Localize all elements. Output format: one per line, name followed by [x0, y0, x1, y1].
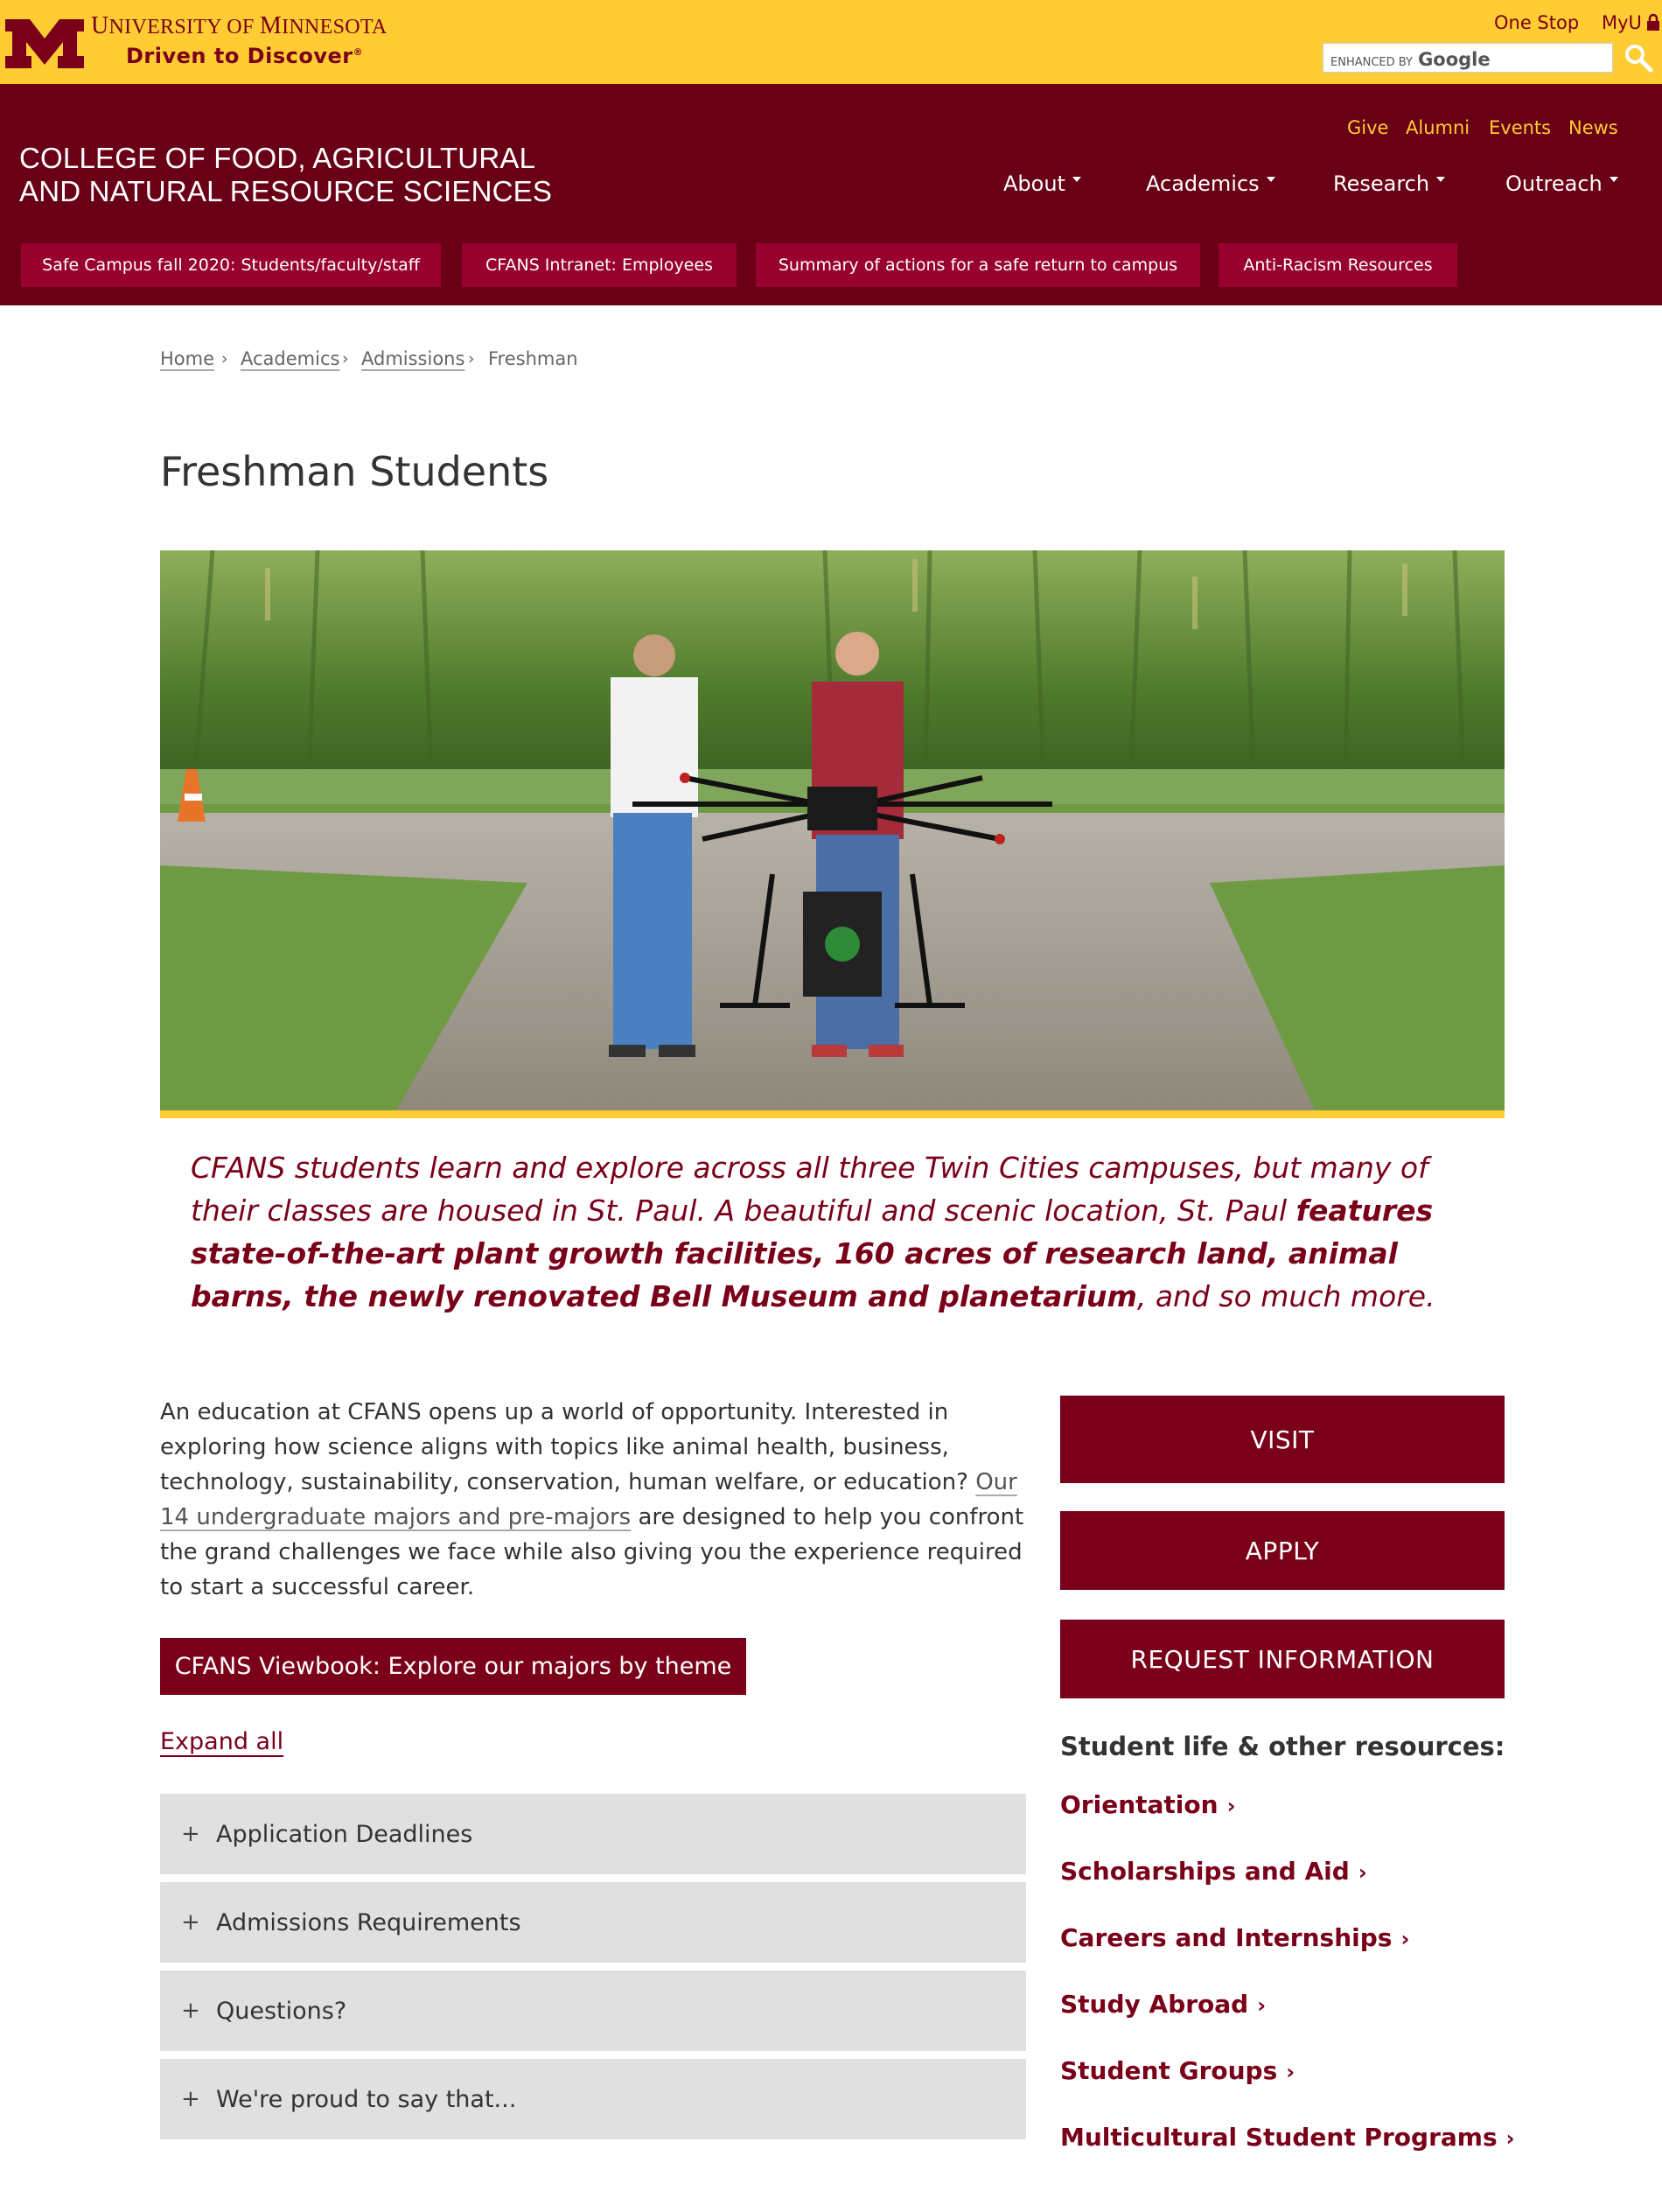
plus-icon: +: [181, 1909, 200, 1936]
chevron-right-icon: ›: [1400, 1927, 1410, 1951]
resource-link-orientation[interactable]: Orientation ›: [1060, 1790, 1235, 1819]
alert-anti-racism-button[interactable]: Anti-Racism Resources: [1219, 243, 1457, 287]
viewbook-button[interactable]: CFANS Viewbook: Explore our majors by th…: [160, 1638, 746, 1695]
give-link[interactable]: Give: [1347, 117, 1388, 138]
breadcrumb-home[interactable]: Home: [160, 348, 214, 369]
chevron-right-icon: ›: [1505, 2126, 1515, 2151]
chevron-right-icon: ›: [1358, 1860, 1367, 1885]
college-wordmark[interactable]: College of Food, Agricultural and Natura…: [19, 142, 552, 208]
breadcrumb-academics[interactable]: Academics: [241, 348, 339, 369]
nav-academics[interactable]: Academics: [1146, 172, 1275, 196]
plus-icon: +: [181, 2086, 200, 2112]
breadcrumb-chevron-icon: ›: [342, 349, 349, 368]
resource-link-careers[interactable]: Careers and Internships ›: [1060, 1923, 1409, 1952]
search-brand: Google: [1418, 49, 1491, 70]
chevron-right-icon: ›: [1226, 1794, 1236, 1818]
alert-intranet-button[interactable]: CFANS Intranet: Employees: [462, 243, 737, 287]
search-icon[interactable]: [1623, 42, 1654, 74]
chevron-right-icon: ›: [1257, 1993, 1267, 2018]
search-enhanced-label: ENHANCED BY: [1330, 56, 1413, 69]
resource-link-multicultural[interactable]: Multicultural Student Programs ›: [1060, 2123, 1515, 2152]
accordion-admissions-requirements[interactable]: + Admissions Requirements: [160, 1882, 1026, 1963]
alert-safe-return-button[interactable]: Summary of actions for a safe return to …: [756, 243, 1200, 287]
apply-button[interactable]: APPLY: [1060, 1511, 1505, 1590]
breadcrumb-admissions[interactable]: Admissions: [361, 348, 464, 369]
myu-link[interactable]: MyU: [1602, 12, 1642, 33]
request-information-button[interactable]: REQUEST INFORMATION: [1060, 1620, 1505, 1698]
resource-link-student-groups[interactable]: Student Groups ›: [1060, 2056, 1295, 2085]
alumni-link[interactable]: Alumni: [1406, 117, 1470, 138]
resources-heading: Student life & other resources:: [1060, 1732, 1505, 1761]
expand-all-link[interactable]: Expand all: [160, 1728, 283, 1755]
chevron-right-icon: ›: [1286, 2060, 1295, 2084]
nav-about[interactable]: About: [1003, 172, 1081, 196]
plus-icon: +: [181, 1821, 200, 1847]
breadcrumb-chevron-icon: ›: [468, 349, 475, 368]
block-m-logo[interactable]: [5, 19, 84, 68]
lock-icon: [1647, 13, 1659, 31]
nav-outreach[interactable]: Outreach: [1505, 172, 1618, 196]
nav-research[interactable]: Research: [1333, 172, 1445, 196]
accordion-questions[interactable]: + Questions?: [160, 1970, 1026, 2051]
plus-icon: +: [181, 1998, 200, 2024]
hero-accent-bar: [160, 1110, 1505, 1118]
accordion-application-deadlines[interactable]: + Application Deadlines: [160, 1794, 1026, 1874]
visit-button[interactable]: VISIT: [1060, 1396, 1505, 1483]
intro-paragraph: An education at CFANS opens up a world o…: [160, 1399, 1024, 1600]
search-input[interactable]: ENHANCED BY Google: [1323, 43, 1613, 73]
alert-safe-campus-button[interactable]: Safe Campus fall 2020: Students/faculty/…: [21, 243, 441, 287]
lead-paragraph: CFANS students learn and explore across …: [191, 1151, 1435, 1313]
university-tagline: Driven to Discover®: [126, 44, 364, 68]
breadcrumb-current: Freshman: [488, 348, 578, 369]
one-stop-link[interactable]: One Stop: [1494, 12, 1579, 33]
resource-link-study-abroad[interactable]: Study Abroad ›: [1060, 1990, 1266, 2019]
resource-link-scholarships[interactable]: Scholarships and Aid ›: [1060, 1857, 1367, 1886]
news-link[interactable]: News: [1568, 117, 1618, 138]
breadcrumb-chevron-icon: ›: [221, 349, 228, 368]
events-link[interactable]: Events: [1489, 117, 1551, 138]
hero-image: [160, 550, 1505, 1110]
page-title: Freshman Students: [160, 448, 549, 495]
accordion-proud-to-say[interactable]: + We're proud to say that...: [160, 2059, 1026, 2139]
university-wordmark[interactable]: UNIVERSITY OF MINNESOTA: [91, 12, 388, 40]
